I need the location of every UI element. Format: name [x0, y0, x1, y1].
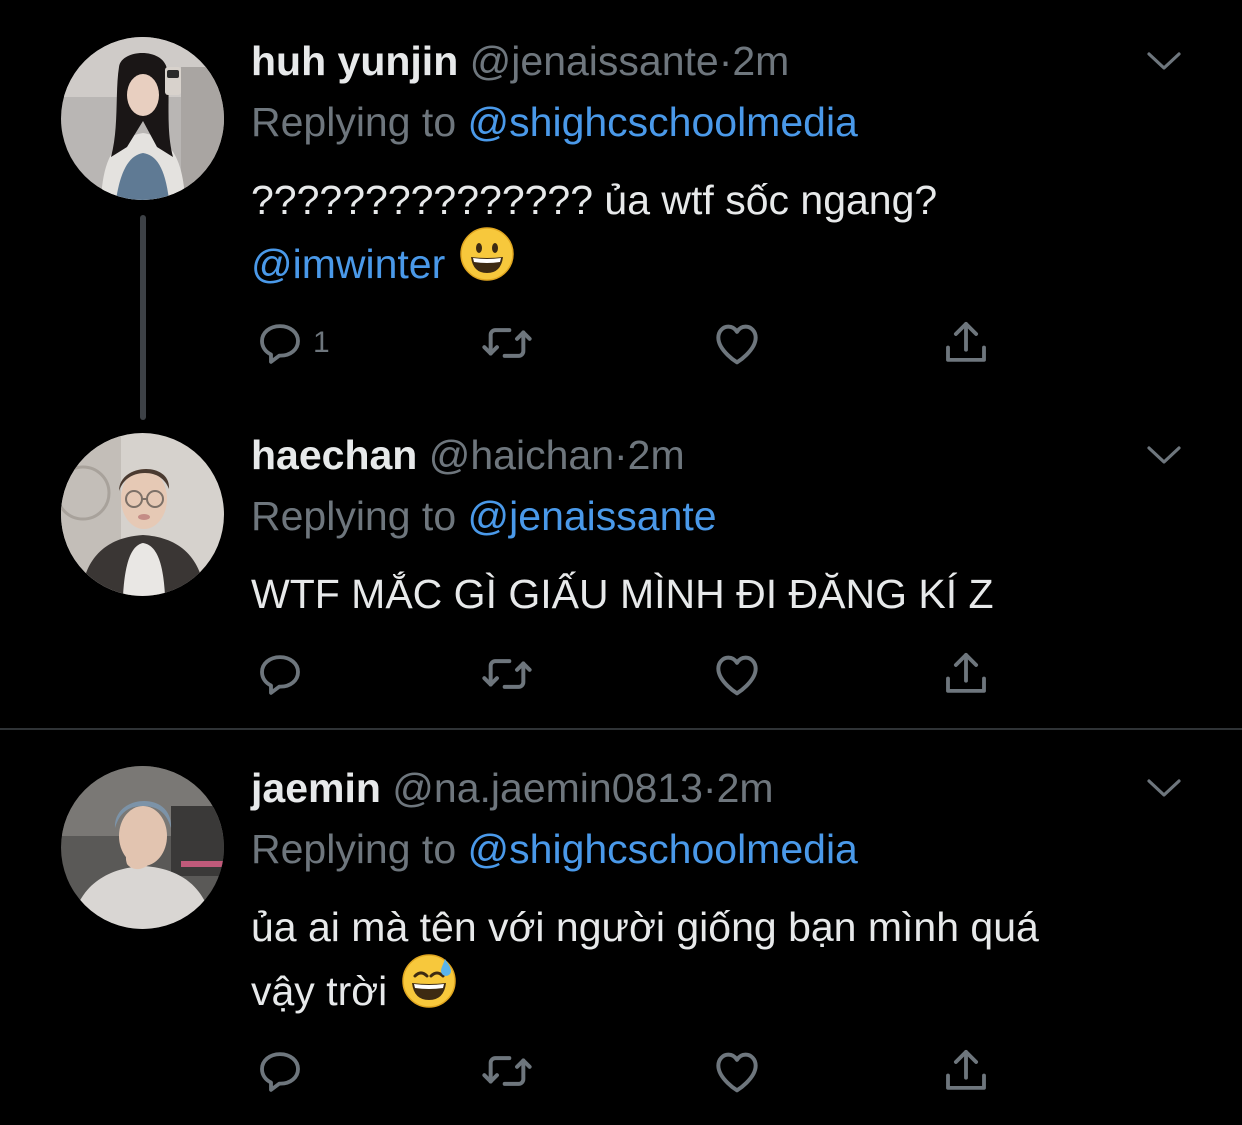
retweet-button[interactable]: [479, 649, 535, 699]
tweet-header: haechan @haichan·2m: [251, 425, 685, 485]
tweet-2[interactable]: haechan @haichan·2m Replying to @jenaiss…: [0, 420, 1242, 728]
share-icon: [939, 316, 993, 370]
mention-link[interactable]: @imwinter: [251, 241, 445, 287]
display-name[interactable]: huh yunjin: [251, 38, 458, 84]
reply-icon: [253, 1044, 307, 1098]
retweet-icon: [479, 646, 535, 702]
share-button[interactable]: [939, 318, 993, 368]
avatar[interactable]: [61, 37, 224, 200]
tweet-text-line: ??????????????? ủa wtf sốc ngang?: [251, 177, 938, 223]
display-name[interactable]: haechan: [251, 432, 417, 478]
replying-to-mention[interactable]: @shighcschoolmedia: [468, 826, 858, 872]
username[interactable]: @haichan: [429, 432, 614, 478]
replying-to-mention[interactable]: @jenaissante: [468, 493, 717, 539]
like-button[interactable]: [709, 1046, 765, 1096]
share-button[interactable]: [939, 1046, 993, 1096]
tweet-actions: [251, 1046, 1011, 1096]
like-icon: [709, 315, 765, 371]
replying-to: Replying to @jenaissante: [251, 486, 717, 546]
tweet-1[interactable]: huh yunjin @jenaissante·2m Replying to @…: [0, 0, 1242, 420]
timestamp[interactable]: 2m: [628, 432, 685, 478]
tweet-text-line: WTF MẮC GÌ GIẤU MÌNH ĐI ĐĂNG KÍ Z: [251, 571, 994, 617]
tweet-header: huh yunjin @jenaissante·2m: [251, 31, 789, 91]
retweet-icon: [479, 315, 535, 371]
reply-button[interactable]: [253, 649, 307, 699]
reply-button[interactable]: 1: [253, 318, 330, 368]
like-icon: [709, 646, 765, 702]
share-icon: [939, 647, 993, 701]
chevron-down-icon[interactable]: [1144, 46, 1184, 76]
replying-to: Replying to @shighcschoolmedia: [251, 819, 858, 879]
reply-icon: [253, 647, 307, 701]
tweet-text-line-2: vậy trời: [251, 968, 388, 1014]
chevron-down-icon[interactable]: [1144, 440, 1184, 470]
replying-to: Replying to @shighcschoolmedia: [251, 92, 858, 152]
username[interactable]: @na.jaemin0813: [392, 765, 703, 811]
tweet-text: ủa ai mà tên với người giống bạn mình qu…: [251, 895, 1211, 1027]
retweet-button[interactable]: [479, 318, 535, 368]
tweet-text-line: @imwinter: [251, 227, 1211, 300]
tweet-actions: 1: [251, 318, 1011, 368]
retweet-icon: [479, 1043, 535, 1099]
reply-button[interactable]: [253, 1046, 307, 1096]
tweet-3[interactable]: jaemin @na.jaemin0813·2m Replying to @sh…: [0, 730, 1242, 1125]
grinning-face-emoji: [459, 226, 515, 300]
tweet-actions: [251, 649, 1011, 699]
reply-count: 1: [313, 326, 330, 359]
like-icon: [709, 1043, 765, 1099]
separator-dot: ·: [614, 432, 628, 478]
thread-line: [140, 215, 146, 420]
timestamp[interactable]: 2m: [732, 38, 789, 84]
chevron-down-icon[interactable]: [1144, 773, 1184, 803]
share-button[interactable]: [939, 649, 993, 699]
separator-dot: ·: [718, 38, 733, 84]
tweet-text: WTF MẮC GÌ GIẤU MÌNH ĐI ĐĂNG KÍ Z: [251, 562, 1211, 626]
avatar[interactable]: [61, 766, 224, 929]
share-icon: [939, 1044, 993, 1098]
tweet-text-line: ủa ai mà tên với người giống bạn mình qu…: [251, 904, 1039, 950]
tweet-header: jaemin @na.jaemin0813·2m: [251, 758, 774, 818]
username[interactable]: @jenaissante: [470, 38, 719, 84]
tweet-text: ??????????????? ủa wtf sốc ngang? @imwin…: [251, 168, 1211, 300]
retweet-button[interactable]: [479, 1046, 535, 1096]
replying-to-mention[interactable]: @shighcschoolmedia: [468, 99, 858, 145]
grinning-face-with-sweat-emoji: [401, 953, 457, 1027]
replying-to-label: Replying to: [251, 826, 457, 872]
timestamp[interactable]: 2m: [717, 765, 774, 811]
display-name[interactable]: jaemin: [251, 765, 381, 811]
reply-icon: [253, 316, 307, 370]
replying-to-label: Replying to: [251, 493, 457, 539]
avatar[interactable]: [61, 433, 224, 596]
separator-dot: ·: [702, 765, 717, 811]
like-button[interactable]: [709, 649, 765, 699]
replying-to-label: Replying to: [251, 99, 457, 145]
tweet-text-line: vậy trời: [251, 954, 1211, 1027]
like-button[interactable]: [709, 318, 765, 368]
